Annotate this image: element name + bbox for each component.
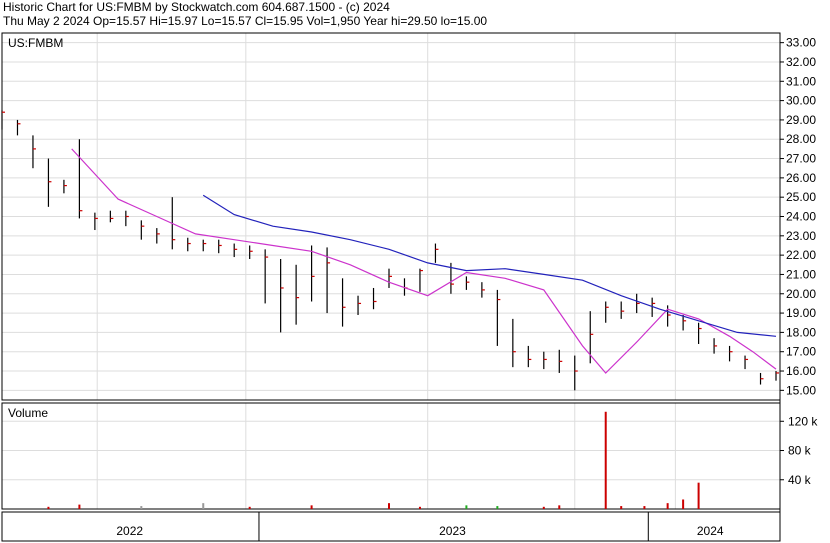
volume-bar <box>248 506 251 509</box>
volume-bar <box>388 503 390 509</box>
price-tick-label: 30.00 <box>786 94 816 108</box>
volume-bar <box>465 505 468 509</box>
price-tick-label: 33.00 <box>786 36 816 50</box>
price-grid <box>2 33 780 400</box>
price-tick-label: 22.00 <box>786 248 816 262</box>
volume-tick-label: 40 k <box>788 473 812 487</box>
price-tick-label: 20.00 <box>786 287 816 301</box>
panel-frames <box>1 32 781 542</box>
price-tick-label: 29.00 <box>786 113 816 127</box>
price-tick-label: 32.00 <box>786 55 816 69</box>
price-panel-title: US:FMBM <box>8 36 63 50</box>
price-tick-label: 31.00 <box>786 74 816 88</box>
price-tick-label: 19.00 <box>786 306 816 320</box>
stock-chart: US:FMBM Volume 33.00 32.00 31.00 30.00 29.00… <box>1 32 818 542</box>
price-tick-label: 24.00 <box>786 210 816 224</box>
volume-bar <box>643 506 646 509</box>
price-axis: 33.00 32.00 31.00 30.00 29.00 28.00 27.00 26.00… <box>780 36 816 397</box>
year-label: 2024 <box>697 524 724 538</box>
price-tick-label: 25.00 <box>786 190 816 204</box>
price-tick-label: 18.00 <box>786 325 816 339</box>
price-tick-label: 28.00 <box>786 132 816 146</box>
volume-grid <box>2 403 780 509</box>
price-tick-label: 15.00 <box>786 383 816 397</box>
price-tick-label: 27.00 <box>786 152 816 166</box>
volume-bar <box>202 503 205 509</box>
volume-bar <box>310 505 313 509</box>
price-tick-label: 21.00 <box>786 267 816 281</box>
price-tick-label: 23.00 <box>786 229 816 243</box>
volume-tick-label: 80 k <box>788 444 812 458</box>
volume-panel-title: Volume <box>8 406 48 420</box>
volume-bar <box>542 506 545 509</box>
volume-tick-label: 120 k <box>788 414 818 428</box>
volume-bar <box>418 506 421 509</box>
volume-panel-frame <box>1 402 781 510</box>
price-tick-label: 16.00 <box>786 364 816 378</box>
volume-bar <box>620 506 623 509</box>
volume-bar <box>140 506 143 509</box>
volume-bar <box>682 499 685 509</box>
volume-bar <box>558 505 561 509</box>
moving-average-lines <box>71 148 777 374</box>
volume-bar <box>697 482 700 509</box>
year-label: 2023 <box>439 524 466 538</box>
volume-bar <box>604 411 607 509</box>
volume-axis: 120 k 80 k 40 k <box>780 414 818 487</box>
year-label: 2022 <box>116 524 143 538</box>
time-axis: 2022 2023 2024 <box>116 512 724 541</box>
volume-bar <box>666 503 669 509</box>
volume-bar <box>496 506 499 509</box>
price-tick-label: 17.00 <box>786 345 816 359</box>
volume-bar <box>78 504 81 509</box>
volume-bar <box>47 506 50 509</box>
price-tick-label: 26.00 <box>786 171 816 185</box>
volume-bars <box>47 411 700 509</box>
